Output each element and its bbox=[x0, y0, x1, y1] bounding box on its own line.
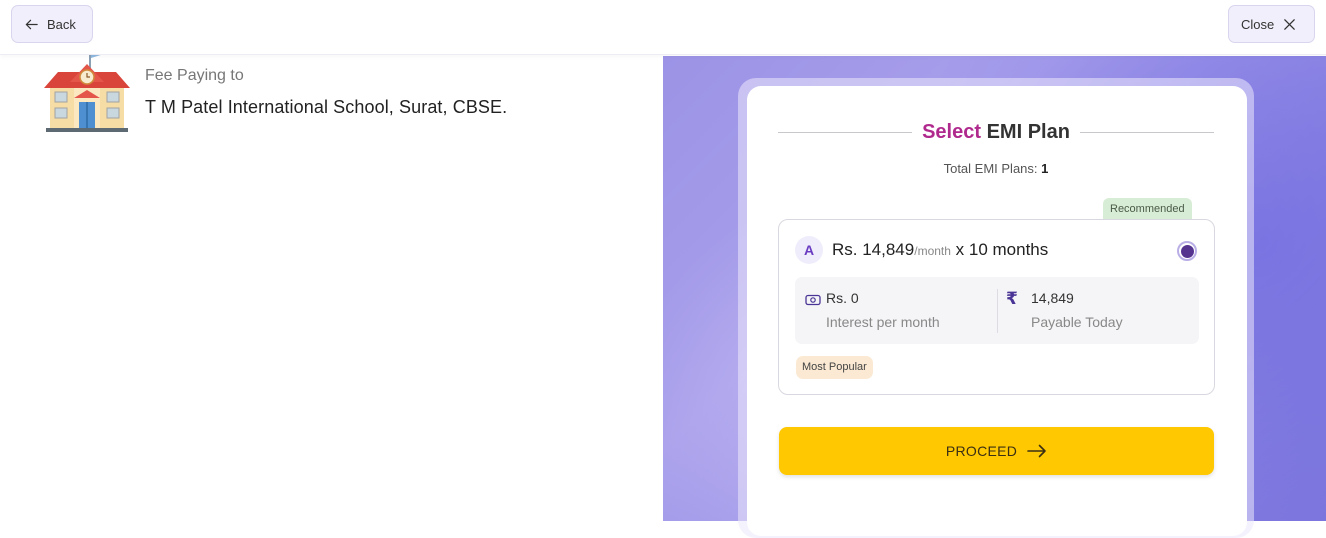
arrow-left-icon bbox=[25, 19, 38, 29]
payable-value: 14,849 bbox=[1031, 290, 1074, 306]
total-emi-plans: Total EMI Plans: 1 bbox=[778, 161, 1214, 176]
close-label: Close bbox=[1241, 16, 1275, 32]
title-rest: EMI Plan bbox=[986, 120, 1070, 143]
title-accent: Select bbox=[922, 120, 982, 143]
total-count: 1 bbox=[1041, 161, 1049, 176]
close-icon bbox=[1284, 18, 1296, 30]
proceed-label: PROCEED bbox=[945, 443, 1018, 459]
plan-amount-value: Rs. 14,849 bbox=[832, 240, 915, 259]
rupee-icon: ₹ bbox=[1006, 289, 1018, 308]
plan-amount: Rs. 14,849/month x 10 months bbox=[832, 240, 1048, 260]
plan-radio[interactable] bbox=[1177, 241, 1197, 261]
plan-amount-per: /month bbox=[914, 244, 951, 258]
emi-title-row: Select EMI Plan bbox=[778, 118, 1215, 146]
fee-paying-label: Fee Paying to bbox=[145, 67, 244, 84]
interest-value: Rs. 0 bbox=[826, 290, 859, 306]
proceed-button[interactable]: PROCEED bbox=[779, 427, 1214, 475]
school-name: T M Patel International School, Surat, C… bbox=[145, 97, 508, 117]
back-button[interactable]: Back bbox=[11, 5, 93, 43]
top-bar: Back Close bbox=[0, 0, 1326, 55]
total-label: Total EMI Plans: bbox=[943, 161, 1038, 176]
plan-letter: A bbox=[795, 236, 823, 264]
interest-label: Interest per month bbox=[826, 314, 940, 330]
most-popular-badge: Most Popular bbox=[796, 356, 873, 379]
radio-selected-dot bbox=[1180, 244, 1194, 258]
recommended-badge: Recommended bbox=[1103, 198, 1192, 220]
details-divider bbox=[997, 289, 998, 333]
cash-icon bbox=[805, 294, 821, 306]
back-label: Back bbox=[47, 16, 76, 32]
school-building-icon bbox=[44, 50, 130, 132]
payable-label: Payable Today bbox=[1031, 314, 1123, 330]
plan-tenure: x 10 months bbox=[955, 240, 1049, 259]
emi-title: Select EMI Plan bbox=[922, 121, 1070, 144]
close-button[interactable]: Close bbox=[1228, 5, 1315, 43]
title-divider-right bbox=[1079, 131, 1215, 133]
title-divider-left bbox=[778, 131, 913, 133]
arrow-right-icon bbox=[1027, 444, 1046, 458]
